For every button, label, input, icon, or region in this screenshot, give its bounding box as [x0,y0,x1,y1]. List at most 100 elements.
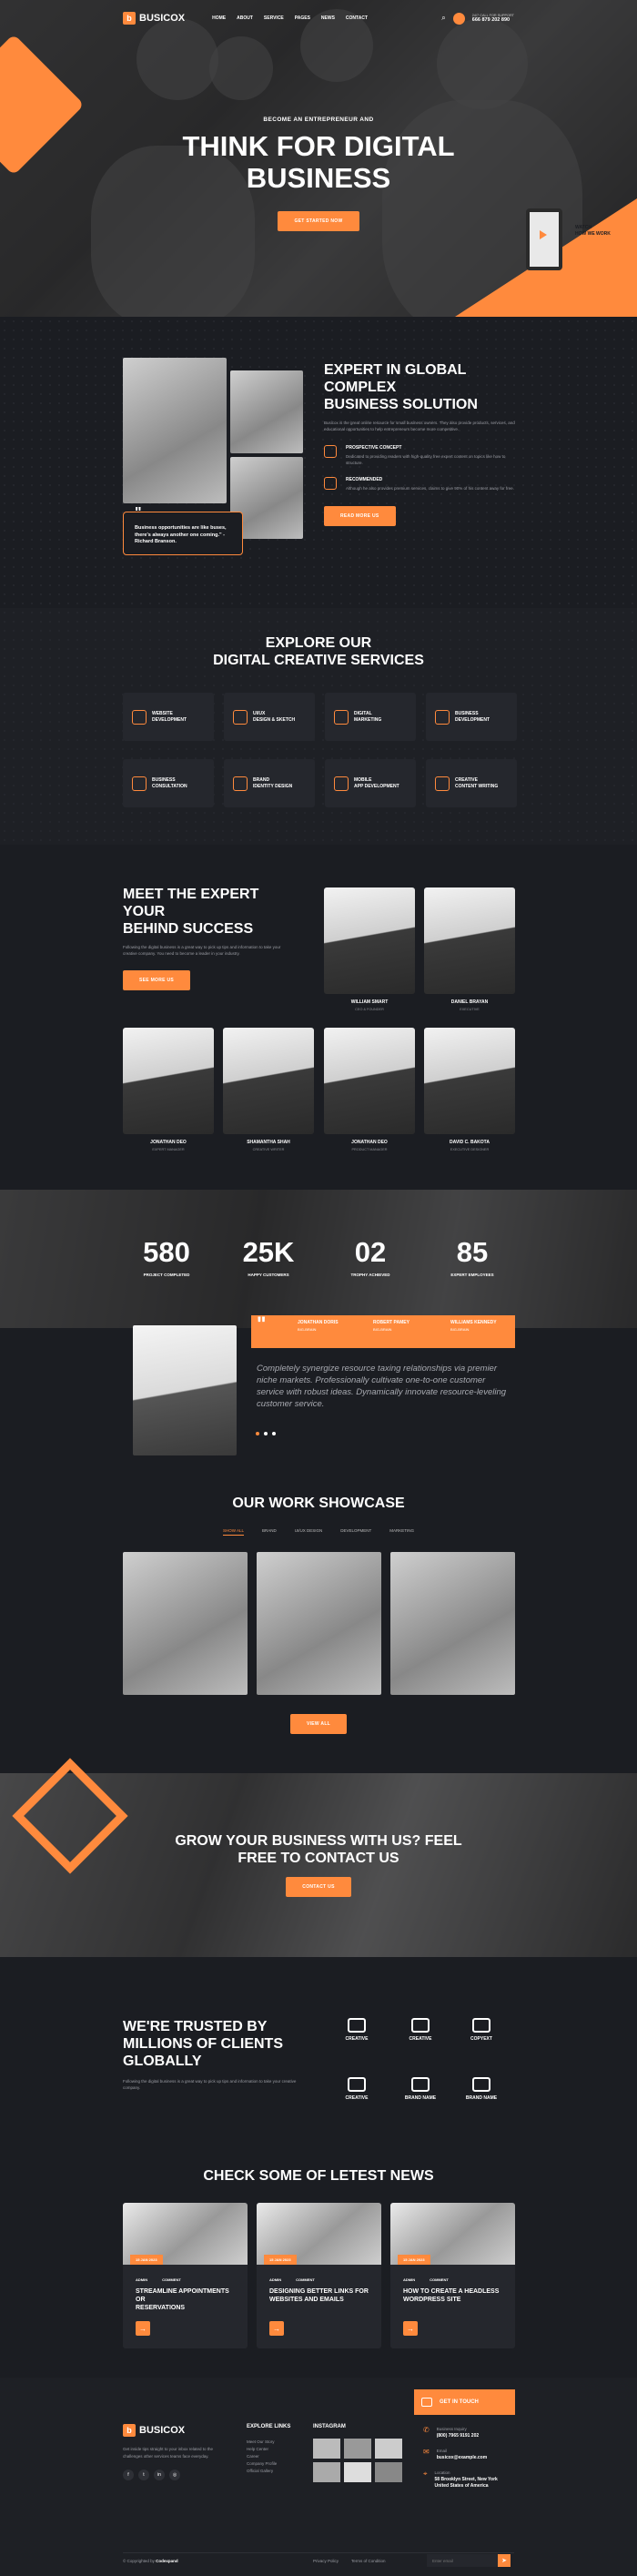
team-card[interactable]: JONATHAN DEO PRODUCT MANAGER [324,1028,415,1151]
team-card[interactable]: DAVID C. BAKOTA EXECUTIVE DESIGNER [424,1028,515,1151]
insta-thumb[interactable] [313,2462,340,2482]
team-photo [424,887,515,994]
testimonial-author[interactable]: WILLIAMS KENNEDY BIG-BRAIN [450,1320,497,1333]
logo[interactable]: b BUSICOX [123,12,185,25]
team-name: JONATHAN DEO [351,1140,388,1145]
nav-contact[interactable]: CONTACT [346,15,368,21]
footer-email[interactable]: busicox@example.com [437,2455,487,2460]
insta-thumb[interactable] [375,2439,402,2459]
terms-link[interactable]: Terms of Condition [351,2559,386,2563]
stat-number: 25K [242,1236,295,1268]
news-title[interactable]: WORDPRESS SITE [390,2296,515,2304]
arrow-right-icon[interactable]: → [403,2321,418,2336]
service-card[interactable]: BRAND IDENTITY DESIGN [224,759,315,807]
team-photo [424,1028,515,1134]
tab-uiux[interactable]: UI/UX DESIGN [295,1528,323,1536]
news-card[interactable]: 15 JAN 2023 ADMIN COMMENT DESIGNING BETTER … [257,2203,381,2348]
about-title-1: EXPERT IN GLOBAL COMPLEX [324,362,467,395]
play-icon [540,230,547,239]
linkedin-icon[interactable]: in [154,2470,165,2480]
news-card[interactable]: 15 JAN 2023 ADMIN COMMENT HOW TO CREATE A H… [390,2203,515,2348]
team-card[interactable]: DANIEL BRAYAN EXECUTIVE [424,887,515,1011]
nav-news[interactable]: NEWS [321,15,335,21]
footer-link[interactable]: Official Gallery [247,2468,319,2475]
news-card[interactable]: 15 JAN 2023 ADMIN COMMENT STREAMLINE APPOIN… [123,2203,248,2348]
news-author[interactable]: ADMIN [269,2277,281,2282]
privacy-link[interactable]: Privacy Policy [313,2559,339,2563]
arrow-right-icon[interactable]: → [136,2321,150,2336]
brand-mark-icon [472,2077,490,2092]
news-comment[interactable]: COMMENT [430,2277,449,2282]
nav-home[interactable]: HOME [212,15,226,21]
tab-show-all[interactable]: SHOW ALL [222,1528,244,1536]
quote-icon: " [135,505,142,521]
news-title[interactable]: RESERVATIONS [123,2304,248,2312]
send-button[interactable]: ➤ [498,2554,511,2567]
get-started-button[interactable]: GET STARTED NOW [278,211,359,231]
news-author[interactable]: ADMIN [136,2277,147,2282]
news-title: CHECK SOME OF LETEST NEWS [203,2168,434,2184]
contact-us-button[interactable]: CONTACT US [286,1877,351,1897]
team-card[interactable]: SHAMANTHA SHAH CREATIVE WRITER [223,1028,314,1151]
testimonial-author[interactable]: ROBERT PAMEY BIG-BRAIN [373,1320,410,1333]
footer-link[interactable]: Career [247,2453,319,2460]
video-label-2: HOW WE WORK [575,231,611,237]
service-card[interactable]: DIGITAL MARKETING [325,693,416,741]
tab-development[interactable]: DEVELOPMENT [340,1528,371,1536]
service-card[interactable]: CREATIVE CONTENT WRITING [426,759,517,807]
footer-logo[interactable]: b BUSICOX [123,2424,232,2437]
see-more-button[interactable]: SEE MORE US [123,970,191,990]
work-image-2[interactable] [257,1552,381,1695]
news-title[interactable]: WEBSITES AND EMAILS [257,2296,381,2304]
read-more-button[interactable]: READ MORE US [324,505,396,526]
service-card[interactable]: UI/UX DESIGN & SKETCH [224,693,315,741]
contact-title-2: FREE TO CONTACT US [238,1851,399,1866]
newsletter-input[interactable] [427,2554,498,2567]
footer-link[interactable]: Company Profile [247,2460,319,2468]
tab-marketing[interactable]: MARKETING [389,1528,414,1536]
brand-mark-icon [348,2077,366,2092]
copyright-brand[interactable]: Codexpand [156,2559,178,2563]
instagram-icon[interactable]: ◎ [169,2470,180,2480]
nav-about[interactable]: ABOUT [237,15,253,21]
video-thumbnail[interactable] [526,208,562,270]
insta-thumb[interactable] [313,2439,340,2459]
work-image-1[interactable] [123,1552,248,1695]
service-card[interactable]: BUSINESS CONSULTATION [123,759,214,807]
view-all-button[interactable]: VIEW ALL [289,1714,348,1734]
client-logo: CREATIVE [332,2018,381,2042]
nav-pages[interactable]: PAGES [295,15,310,21]
twitter-icon[interactable]: t [138,2470,149,2480]
footer-link[interactable]: Help Center [247,2446,319,2453]
service-card[interactable]: MOBILE APP DEVELOPMENT [325,759,416,807]
team-card[interactable]: WILLIAM SMART CEO & FOUNDER [324,887,415,1011]
news-comment[interactable]: COMMENT [162,2277,181,2282]
insta-thumb[interactable] [344,2462,371,2482]
slider-dots[interactable] [256,1432,276,1435]
tab-brand[interactable]: BRAND [262,1528,277,1536]
service-card[interactable]: WEBSITE DEVELOPMENT [123,693,214,741]
team-card[interactable]: JONATHAN DEO EXPERT MANAGER [123,1028,214,1151]
news-title[interactable]: STREAMLINE APPOINTMENTS OR [123,2287,248,2304]
insta-thumb[interactable] [375,2462,402,2482]
support-phone[interactable]: 666 879 202 890 [472,17,514,23]
footer-link[interactable]: Meet Our Story [247,2439,319,2446]
news-title[interactable]: DESIGNING BETTER LINKS FOR [257,2287,381,2296]
arrow-right-icon[interactable]: → [269,2321,284,2336]
facebook-icon[interactable]: f [123,2470,134,2480]
news-title[interactable]: HOW TO CREATE A HEADLESS [390,2287,515,2296]
work-image-3[interactable] [390,1552,515,1695]
brand-mark-icon [472,2018,490,2033]
client-logo: BRAND NAME [457,2077,506,2101]
news-comment[interactable]: COMMENT [296,2277,315,2282]
copyright: © Copyrighted by [123,2559,155,2563]
nav-service[interactable]: SERVICE [264,15,284,21]
news-author[interactable]: ADMIN [403,2277,415,2282]
team-photo [324,887,415,994]
service-icon [334,709,349,725]
search-icon[interactable]: ⌕ [441,14,445,23]
testimonial-author[interactable]: JONATHAN DORIS BIG-BRAIN [298,1320,339,1333]
footer-phone[interactable]: (800) 7965 9191 202 [437,2433,479,2439]
service-card[interactable]: BUSINESS DEVELOPMENT [426,693,517,741]
insta-thumb[interactable] [344,2439,371,2459]
